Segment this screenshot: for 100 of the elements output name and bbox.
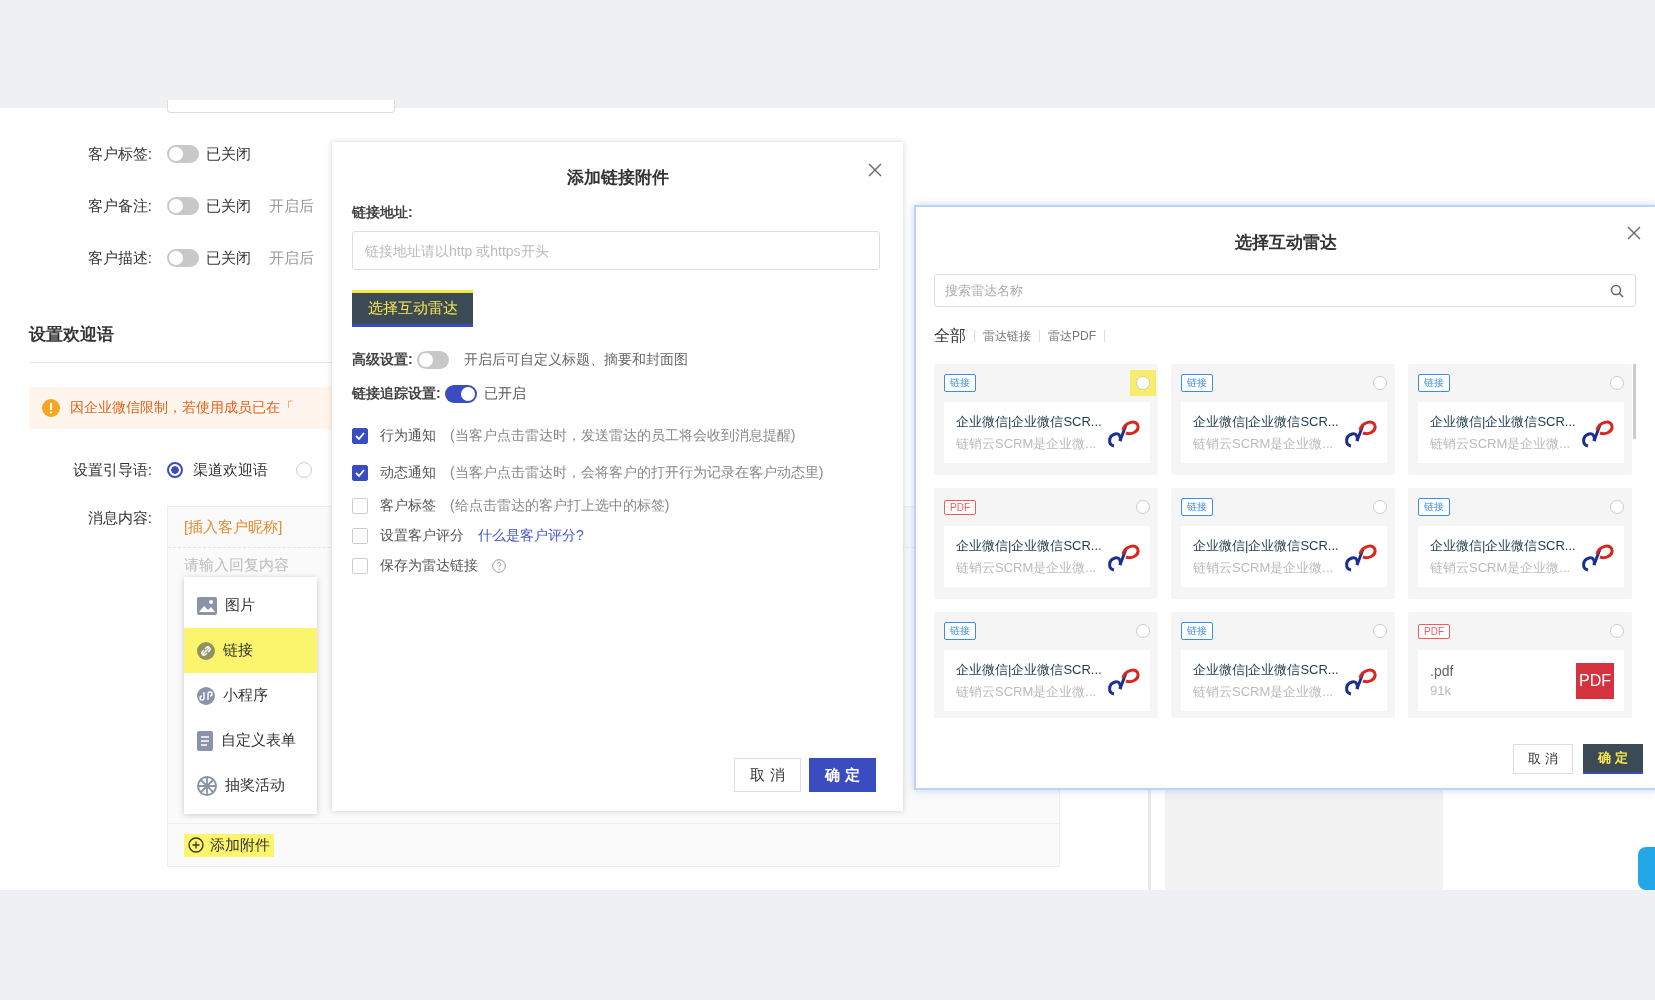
card-title: .pdf	[1430, 663, 1455, 679]
type-tag: PDF	[1418, 623, 1450, 639]
type-tag: 链接	[1181, 498, 1213, 516]
type-tag: 链接	[1418, 374, 1450, 392]
section-title: 设置欢迎语	[29, 324, 114, 346]
card-description: 链销云SCRM是企业微...	[956, 558, 1098, 577]
warning-text: 因企业微信限制，若使用成员已在「	[70, 399, 294, 417]
option-note: (当客户点击雷达时，会将客户的打开行为记录在客户动态里)	[450, 463, 824, 482]
type-tag: 链接	[1418, 498, 1450, 516]
pdf-file-icon: PDF	[1576, 662, 1614, 699]
switch-status: 已关闭	[206, 248, 251, 268]
radar-card[interactable]: 链接 企业微信|企业微信SCR... 链销云SCRM是企业微...	[1171, 612, 1395, 718]
radar-card[interactable]: 链接 企业微信|企业微信SCR... 链销云SCRM是企业微...	[1408, 488, 1632, 599]
document-icon	[197, 730, 213, 751]
field-label: 客户标签:	[86, 144, 153, 164]
type-tag: PDF	[944, 499, 976, 515]
dialog-title: 选择互动雷达	[1234, 232, 1337, 254]
toggle-switch[interactable]	[167, 145, 199, 163]
hint-text: 开启后	[269, 248, 314, 268]
card-title: 企业微信|企业微信SCR...	[956, 660, 1103, 679]
toggle-switch[interactable]	[416, 351, 449, 369]
add-attachment-button[interactable]: 添加附件	[184, 833, 274, 857]
radar-card[interactable]: 链接 企业微信|企业微信SCR... 链销云SCRM是企业微...	[934, 612, 1158, 718]
confirm-button[interactable]: 确 定	[1583, 744, 1643, 774]
card-title: 企业微信|企业微信SCR...	[1193, 660, 1340, 679]
filter-tab[interactable]: 全部	[934, 325, 966, 347]
radar-card[interactable]: 链接 企业微信|企业微信SCR... 链销云SCRM是企业微...	[934, 364, 1158, 475]
search-field[interactable]: 搜索雷达名称	[934, 274, 1636, 307]
switch-status: 已开启	[483, 385, 526, 403]
card-description: 链销云SCRM是企业微...	[1193, 434, 1335, 453]
close-icon[interactable]	[868, 163, 882, 177]
switch-status: 已关闭	[206, 144, 251, 164]
type-tag: 链接	[944, 622, 976, 640]
toggle-switch[interactable]	[167, 197, 199, 215]
url-input[interactable]: 链接地址请以http 或https开头	[352, 231, 880, 270]
field-label: 客户备注:	[86, 196, 153, 216]
option-note: (当客户点击雷达时，发送雷达的员工将会收到消息提醒)	[450, 426, 796, 445]
radar-card[interactable]: 链接 企业微信|企业微信SCR... 链销云SCRM是企业微...	[1171, 364, 1395, 475]
switch-status: 已关闭	[206, 196, 251, 216]
help-icon[interactable]	[492, 559, 506, 573]
field-label: 链接追踪设置:	[352, 385, 441, 403]
checkbox-label: 设置客户评分	[380, 527, 464, 545]
editor-placeholder: 请输入回复内容	[184, 556, 289, 575]
checkbox-label: 保存为雷达链接	[380, 557, 478, 575]
checkbox-label: 客户标签	[380, 497, 436, 515]
radar-card[interactable]: 链接 企业微信|企业微信SCR... 链销云SCRM是企业微...	[1171, 488, 1395, 599]
field-label: 链接地址:	[352, 204, 414, 222]
card-description: 链销云SCRM是企业微...	[1430, 434, 1572, 453]
toggle-switch[interactable]	[167, 249, 199, 267]
dialog-title: 添加链接附件	[566, 167, 669, 189]
plus-circle-icon	[188, 837, 204, 853]
radar-card[interactable]: 链接 企业微信|企业微信SCR... 链销云SCRM是企业微...	[1408, 364, 1632, 475]
card-title: 企业微信|企业微信SCR...	[956, 412, 1103, 431]
cancel-button[interactable]: 取 消	[1513, 744, 1573, 774]
menu-item[interactable]: 抽奖活动	[184, 763, 317, 808]
card-description: 链销云SCRM是企业微...	[1430, 558, 1572, 577]
field-label: 高级设置:	[352, 351, 413, 369]
menu-item[interactable]: 链接	[184, 628, 317, 673]
wheel-icon	[197, 775, 217, 796]
menu-item[interactable]: 小程序	[184, 673, 317, 718]
hint-text: 开启后可自定义标题、摘要和封面图	[463, 351, 688, 369]
radar-card[interactable]: PDF 企业微信|企业微信SCR... 链销云SCRM是企业微...	[934, 488, 1158, 599]
field-label: 消息内容:	[86, 508, 153, 528]
radar-card[interactable]: PDF .pdf 91k PDF	[1408, 612, 1632, 718]
confirm-button[interactable]: 确 定	[809, 758, 876, 792]
warning-icon	[42, 399, 60, 417]
select-radar-button[interactable]: 选择互动雷达	[352, 290, 473, 327]
card-title: 企业微信|企业微信SCR...	[1430, 412, 1577, 431]
card-title: 企业微信|企业微信SCR...	[1430, 536, 1577, 555]
card-title: 企业微信|企业微信SCR...	[1193, 412, 1340, 431]
type-tag: 链接	[1181, 622, 1213, 640]
toggle-switch[interactable]	[444, 385, 477, 403]
menu-item[interactable]: 自定义表单	[184, 718, 317, 763]
cancel-button[interactable]: 取 消	[734, 758, 801, 792]
checkbox[interactable]	[352, 427, 368, 444]
field-label: 设置引导语:	[71, 460, 153, 480]
help-link[interactable]: 什么是客户评分?	[478, 527, 584, 545]
checkbox-label: 动态通知	[380, 463, 436, 482]
search-icon[interactable]	[1610, 284, 1624, 298]
card-description: 链销云SCRM是企业微...	[1193, 558, 1335, 577]
miniapp-icon	[197, 686, 215, 705]
card-title: 企业微信|企业微信SCR...	[1193, 536, 1340, 555]
filter-tab[interactable]: 雷达链接	[983, 327, 1031, 345]
card-title: 企业微信|企业微信SCR...	[956, 536, 1103, 555]
menu-item[interactable]: 图片	[184, 583, 317, 628]
link-icon	[197, 641, 215, 660]
card-description: 91k	[1430, 683, 1452, 698]
filter-tab[interactable]: 雷达PDF	[1048, 327, 1096, 345]
input-field[interactable]	[167, 100, 395, 113]
card-description: 链销云SCRM是企业微...	[956, 682, 1098, 701]
radio-button[interactable]	[167, 462, 183, 478]
radio-label: 渠道欢迎语	[193, 460, 268, 480]
option-note: (给点击雷达的客户打上选中的标签)	[450, 497, 670, 515]
image-icon	[197, 596, 217, 615]
card-description: 链销云SCRM是企业微...	[956, 434, 1098, 453]
checkbox[interactable]	[352, 464, 368, 481]
field-label: 客户描述:	[86, 248, 153, 268]
hint-text: 开启后	[269, 196, 314, 216]
type-tag: 链接	[1181, 374, 1213, 392]
close-icon[interactable]	[1627, 226, 1641, 240]
